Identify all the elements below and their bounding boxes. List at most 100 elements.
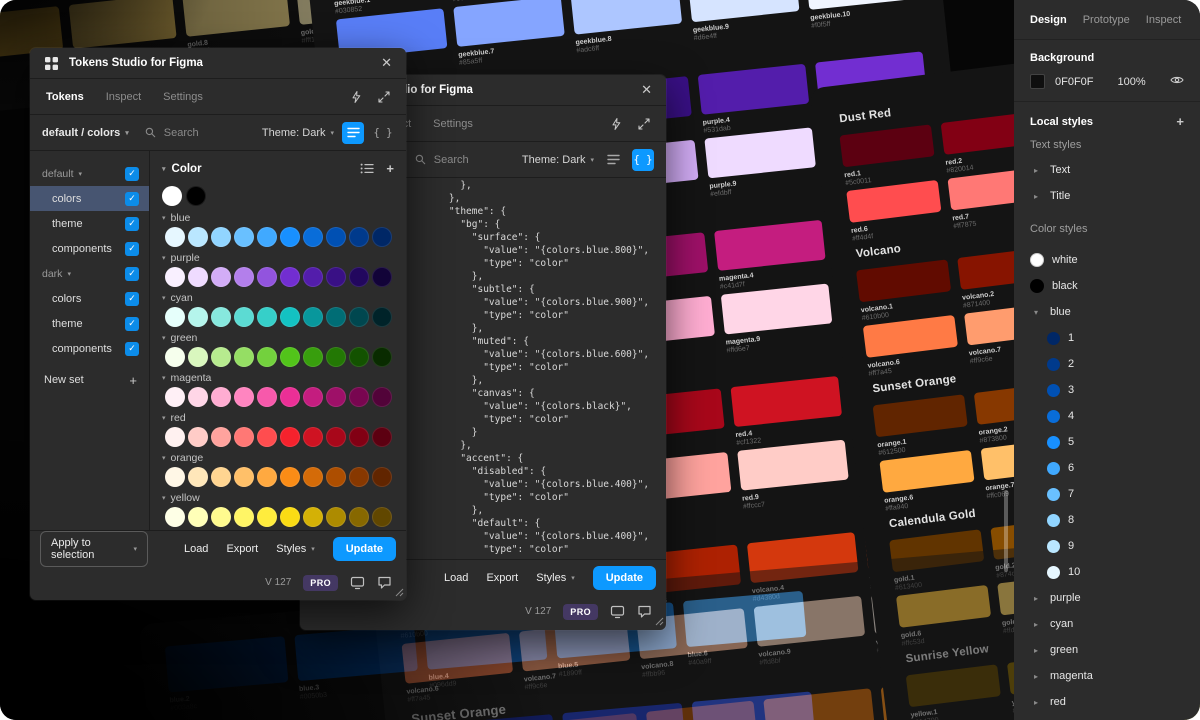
token-swatch[interactable]	[234, 347, 254, 367]
token-swatch[interactable]	[349, 347, 369, 367]
lightning-icon[interactable]	[611, 117, 622, 131]
token-swatch[interactable]	[165, 227, 185, 247]
set-item-colors[interactable]: colors ✓	[30, 186, 149, 211]
token-swatch[interactable]	[234, 387, 254, 407]
palette-swatch-cell[interactable]: purple.4 #531dab	[697, 63, 812, 135]
token-group-header[interactable]: ▾ cyan	[162, 292, 394, 304]
export-button[interactable]: Export	[486, 572, 518, 584]
token-swatch[interactable]	[211, 267, 231, 287]
palette-swatch-cell[interactable]: geekblue.10 #f0f5ff	[805, 0, 919, 30]
chevron-right-icon[interactable]: ▸	[1030, 672, 1042, 681]
color-style-blue-10[interactable]: 10	[1030, 559, 1184, 585]
token-swatch[interactable]	[303, 267, 323, 287]
token-swatch[interactable]	[211, 467, 231, 487]
set-checkbox[interactable]: ✓	[125, 191, 139, 206]
palette-swatch-cell[interactable]: blue.3 #0050b3	[294, 624, 419, 701]
token-swatch[interactable]	[211, 387, 231, 407]
docs-icon[interactable]	[350, 576, 365, 590]
token-swatch[interactable]	[326, 307, 346, 327]
set-item-dark[interactable]: dark ▾ ✓	[30, 261, 149, 286]
token-group-header[interactable]: ▾ blue	[162, 212, 394, 224]
color-style-blue-8[interactable]: 8	[1030, 507, 1184, 533]
token-swatch[interactable]	[326, 467, 346, 487]
palette-swatch-cell[interactable]: geekblue.5#2f54eb	[691, 691, 817, 720]
color-style-purple[interactable]: ▸ purple	[1030, 585, 1184, 611]
palette-swatch-cell[interactable]: purple.9 #efdbff	[704, 127, 818, 198]
token-swatch[interactable]	[211, 347, 231, 367]
json-view-button[interactable]: { }	[632, 148, 654, 171]
search-box[interactable]	[137, 125, 254, 140]
token-swatch[interactable]	[280, 467, 300, 487]
token-swatch[interactable]	[165, 467, 185, 487]
palette-swatch-cell[interactable]: orange.6 #ffa940	[879, 449, 977, 513]
list-view-button[interactable]	[342, 121, 364, 144]
token-swatch[interactable]	[211, 307, 231, 327]
color-style-black[interactable]: black	[1030, 273, 1184, 299]
chevron-right-icon[interactable]: ▸	[1030, 594, 1042, 603]
palette-swatch-cell[interactable]: geekblue.7 #85a5ff	[453, 0, 567, 67]
load-button[interactable]: Load	[444, 572, 468, 584]
token-swatch[interactable]	[280, 307, 300, 327]
palette-swatch-cell[interactable]: orange.1 #612500	[872, 394, 971, 457]
chevron-right-icon[interactable]: ▸	[1030, 646, 1042, 655]
token-swatch[interactable]	[303, 427, 323, 447]
feedback-icon[interactable]	[637, 605, 652, 619]
background-color-swatch[interactable]	[1030, 74, 1045, 89]
color-style-blue-5[interactable]: 5	[1030, 429, 1184, 455]
tab-settings[interactable]: Settings	[163, 91, 203, 103]
chevron-down-icon[interactable]: ▾	[1030, 308, 1042, 317]
token-swatch[interactable]	[349, 427, 369, 447]
palette-swatch-cell[interactable]: geekblue.4#1d39c4	[562, 702, 687, 720]
tab-tokens[interactable]: Tokens	[46, 91, 84, 103]
token-swatch[interactable]	[372, 427, 392, 447]
canvas-vertical-scrollbar[interactable]	[1004, 490, 1008, 572]
token-swatch[interactable]	[349, 267, 369, 287]
color-style-blue-1[interactable]: 1	[1030, 325, 1184, 351]
palette-swatch-cell[interactable]: geekblue.9 #d6e4ff	[687, 0, 802, 42]
token-group-header[interactable]: ▾ yellow	[162, 492, 394, 504]
palette-swatch-cell[interactable]: volcano.6#ff7a45	[862, 314, 961, 378]
token-swatch[interactable]	[188, 387, 208, 407]
color-style-blue-7[interactable]: 7	[1030, 481, 1184, 507]
token-swatch[interactable]	[257, 507, 277, 527]
palette-swatch-cell[interactable]: volcano.1#610b00	[855, 259, 954, 322]
color-style-white[interactable]: white	[1030, 247, 1184, 273]
token-swatch[interactable]	[326, 267, 346, 287]
palette-swatch-cell[interactable]: red.6#ff4d4f	[846, 179, 944, 243]
token-swatch[interactable]	[349, 227, 369, 247]
token-swatch[interactable]	[372, 227, 392, 247]
set-item-theme[interactable]: theme ✓	[30, 311, 149, 336]
token-swatch[interactable]	[326, 387, 346, 407]
set-item-components[interactable]: components ✓	[30, 236, 149, 261]
token-swatch[interactable]	[257, 467, 277, 487]
chevron-right-icon[interactable]: ▸	[1030, 620, 1042, 629]
palette-swatch-cell[interactable]: magenta.4 #c41d7f	[714, 219, 828, 291]
token-swatch[interactable]	[234, 467, 254, 487]
token-swatch[interactable]	[188, 347, 208, 367]
plugin-window-header[interactable]: Tokens Studio for Figma ✕	[30, 48, 406, 79]
token-swatch[interactable]	[186, 186, 206, 206]
token-swatch[interactable]	[349, 467, 369, 487]
token-swatch[interactable]	[303, 467, 323, 487]
resize-handle[interactable]	[393, 586, 404, 597]
update-button[interactable]: Update	[332, 536, 396, 561]
set-checkbox[interactable]: ✓	[125, 241, 139, 256]
color-style-red[interactable]: ▸ red	[1030, 689, 1184, 715]
token-swatch[interactable]	[372, 467, 392, 487]
token-swatch[interactable]	[280, 427, 300, 447]
add-token-button[interactable]: +	[386, 161, 394, 176]
token-swatch[interactable]	[188, 467, 208, 487]
apply-to-selection-button[interactable]: Apply to selection ▾	[40, 530, 148, 567]
token-swatch[interactable]	[188, 227, 208, 247]
token-swatch[interactable]	[349, 507, 369, 527]
color-style-green[interactable]: ▸ green	[1030, 637, 1184, 663]
color-style-blue-4[interactable]: 4	[1030, 403, 1184, 429]
search-input[interactable]	[161, 125, 222, 140]
set-item-components[interactable]: components ✓	[30, 336, 149, 361]
set-checkbox[interactable]: ✓	[125, 266, 139, 281]
token-swatch[interactable]	[257, 427, 277, 447]
token-swatch[interactable]	[165, 307, 185, 327]
styles-button[interactable]: Styles ▾	[536, 572, 574, 584]
tab-settings[interactable]: Settings	[433, 118, 473, 130]
token-swatch[interactable]	[372, 507, 392, 527]
